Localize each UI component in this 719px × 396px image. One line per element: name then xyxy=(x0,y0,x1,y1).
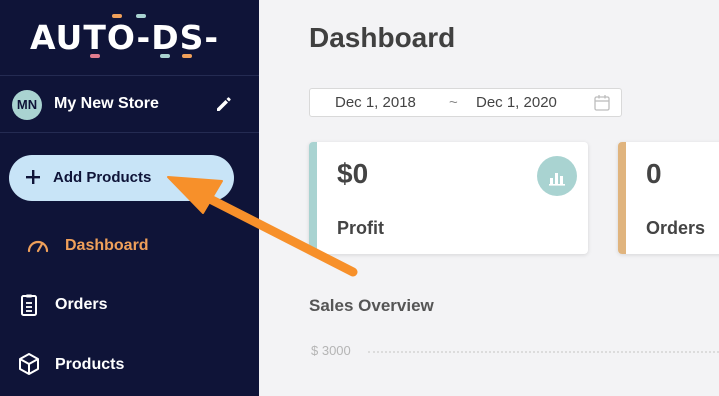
autods-logo[interactable]: AUTO-DS- xyxy=(30,14,230,60)
gauge-icon xyxy=(27,240,49,253)
sidebar-item-dashboard[interactable]: Dashboard xyxy=(0,228,259,264)
add-products-label: Add Products xyxy=(53,169,152,186)
logo-accent-bar xyxy=(136,14,146,18)
date-range-end[interactable]: Dec 1, 2020 xyxy=(476,94,557,111)
orders-card: 0 Orders xyxy=(618,142,719,254)
profit-value: $0 xyxy=(337,158,369,189)
sidebar-divider xyxy=(0,75,259,76)
box-icon xyxy=(19,353,39,375)
store-avatar: MN xyxy=(12,90,42,120)
page-title: Dashboard xyxy=(309,22,456,53)
pencil-icon[interactable] xyxy=(214,94,234,114)
add-products-button[interactable]: Add Products xyxy=(9,155,234,201)
sales-y-axis-tick: $ 3000 xyxy=(311,343,351,358)
logo-accent-bar xyxy=(160,54,170,58)
profit-card: $0 Profit xyxy=(309,142,588,254)
sidebar-item-orders[interactable]: Orders xyxy=(0,287,259,323)
orders-label: Orders xyxy=(646,218,706,238)
bar-chart-icon xyxy=(537,156,577,196)
profit-label: Profit xyxy=(337,218,384,238)
card-accent-stripe xyxy=(618,142,626,254)
plus-icon xyxy=(26,170,40,184)
logo-accent-bar xyxy=(90,54,100,58)
calendar-icon xyxy=(594,95,610,111)
sidebar-item-label: Dashboard xyxy=(65,237,149,254)
sidebar-item-products[interactable]: Products xyxy=(0,346,259,382)
logo-accent-bar xyxy=(112,14,122,18)
clipboard-icon xyxy=(21,294,37,316)
sidebar-item-label: Products xyxy=(55,356,125,373)
store-name: My New Store xyxy=(54,95,159,112)
card-accent-stripe xyxy=(309,142,317,254)
sidebar: AUTO-DS- MN My New Store Add Products Da… xyxy=(0,0,259,396)
logo-accent-bar xyxy=(182,54,192,58)
sales-overview-title: Sales Overview xyxy=(309,296,434,315)
store-selector[interactable]: MN My New Store xyxy=(12,90,237,120)
sidebar-item-label: Orders xyxy=(55,296,108,313)
date-range-separator: ~ xyxy=(449,94,458,111)
sales-gridline xyxy=(368,351,719,353)
date-range-start[interactable]: Dec 1, 2018 xyxy=(335,94,416,111)
sidebar-divider xyxy=(0,132,259,133)
logo-text: AUTO-DS- xyxy=(30,18,220,57)
orders-value: 0 xyxy=(646,158,662,189)
date-range-picker[interactable]: Dec 1, 2018 ~ Dec 1, 2020 xyxy=(309,88,622,117)
